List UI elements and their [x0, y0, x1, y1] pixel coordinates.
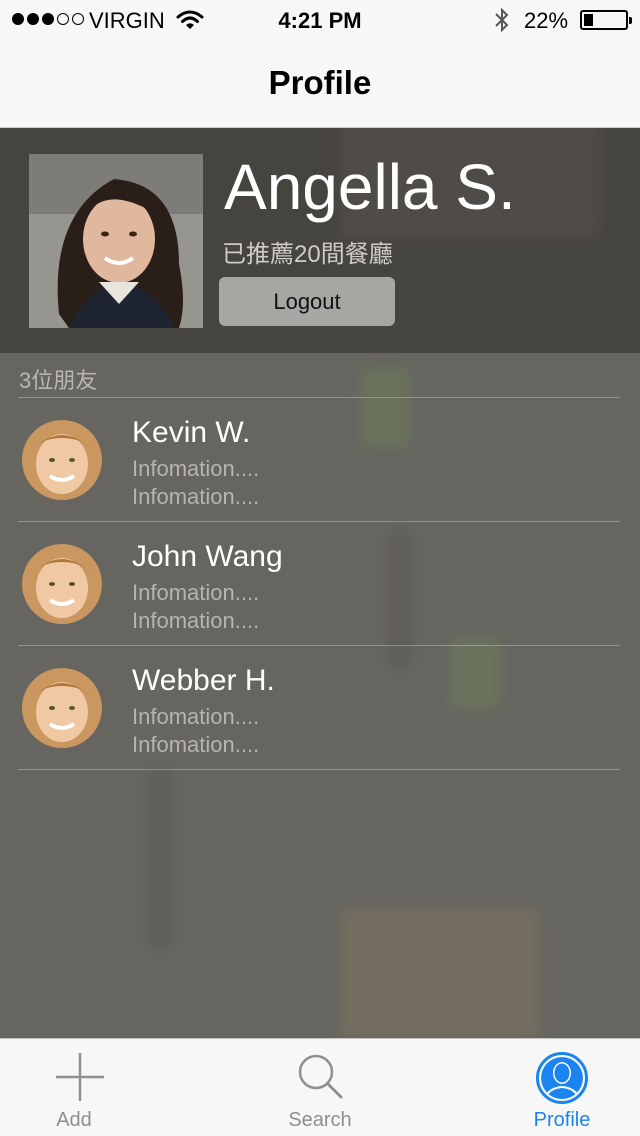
- page-title: Profile: [268, 64, 372, 101]
- divider: [18, 769, 620, 770]
- battery-icon: [580, 10, 632, 30]
- battery-percent: 22%: [524, 8, 569, 33]
- profile-icon: [536, 1052, 588, 1104]
- status-bar: VIRGIN 4:21 PM 22%: [0, 0, 640, 40]
- tab-label: Search: [288, 1109, 352, 1131]
- friend-avatar: [22, 420, 102, 500]
- friend-name: Webber H.: [132, 664, 275, 697]
- bluetooth-icon: [495, 7, 509, 33]
- profile-avatar: [29, 154, 203, 328]
- friend-info: Infomation....: [132, 704, 260, 729]
- tab-bar: Add Search Profile: [0, 1038, 640, 1136]
- friend-name: John Wang: [132, 540, 283, 573]
- profile-content[interactable]: Angella S. 已推薦20間餐廳 Logout 3位朋友 Kevin W.…: [0, 128, 640, 1038]
- friends-list[interactable]: 3位朋友 Kevin W. Infomation.... Infomation.…: [0, 353, 640, 1038]
- profile-name: Angella S.: [224, 151, 516, 223]
- tab-label: Profile: [533, 1109, 591, 1131]
- friend-info: Infomation....: [132, 580, 260, 605]
- friend-info: Infomation....: [132, 456, 260, 481]
- friend-row[interactable]: John Wang Infomation.... Infomation....: [0, 522, 640, 646]
- profile-card: Angella S. 已推薦20間餐廳 Logout: [0, 128, 640, 353]
- tab-profile[interactable]: Profile: [482, 1039, 640, 1136]
- friend-row[interactable]: Webber H. Infomation.... Infomation....: [0, 646, 640, 770]
- friend-name: Kevin W.: [132, 416, 251, 449]
- recommend-count: 已推薦20間餐廳: [222, 241, 393, 268]
- logout-button[interactable]: Logout: [219, 277, 395, 326]
- friend-info: Infomation....: [132, 484, 260, 509]
- friend-row[interactable]: Kevin W. Infomation.... Infomation....: [0, 398, 640, 522]
- top-bar: VIRGIN 4:21 PM 22% Profile: [0, 0, 640, 128]
- tab-search[interactable]: Search: [240, 1039, 400, 1136]
- plus-icon: [56, 1053, 104, 1101]
- search-icon: [298, 1054, 343, 1099]
- friend-info: Infomation....: [132, 608, 260, 633]
- friend-avatar: [22, 668, 102, 748]
- tab-add[interactable]: Add: [0, 1039, 160, 1136]
- tab-label: Add: [56, 1109, 92, 1131]
- friend-avatar: [22, 544, 102, 624]
- friends-count-header: 3位朋友: [19, 368, 98, 393]
- battery-level: [584, 14, 593, 26]
- friend-info: Infomation....: [132, 732, 260, 757]
